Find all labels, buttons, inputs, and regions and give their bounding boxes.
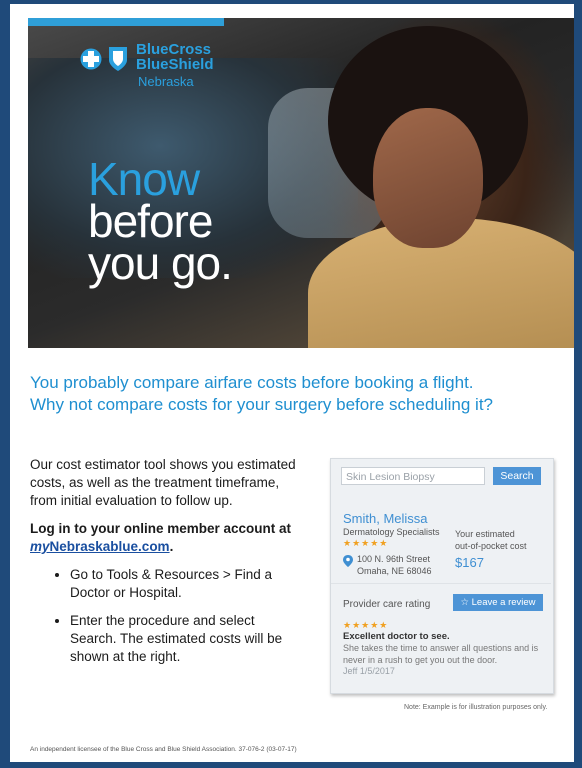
woman-face <box>373 108 483 248</box>
hero-image: BlueCross BlueShield Nebraska Know befor… <box>28 18 574 348</box>
headline-line-2: before <box>88 195 213 247</box>
hero-headline: Know before you go. <box>88 153 233 289</box>
intro-text: You probably compare airfare costs befor… <box>30 373 493 414</box>
member-site-link[interactable]: myNebraskablue.com <box>30 539 170 554</box>
list-item: Enter the procedure and select Search. T… <box>70 612 302 666</box>
steps-list: Go to Tools & Resources > Find a Doctor … <box>30 566 302 666</box>
flyer-page: BlueCross BlueShield Nebraska Know befor… <box>10 4 574 762</box>
leave-review-button[interactable]: ☆ Leave a review <box>453 594 543 611</box>
footer-disclaimer: An independent licensee of the Blue Cros… <box>30 746 297 753</box>
list-item: Go to Tools & Resources > Find a Doctor … <box>70 566 302 602</box>
cross-icon <box>80 48 102 70</box>
body-column: Our cost estimator tool shows you estima… <box>30 456 302 676</box>
doctor-address: 100 N. 96th Street Omaha, NE 68046 <box>357 554 432 576</box>
doctor-specialty: Dermatology Specialists <box>343 527 440 537</box>
search-button[interactable]: Search <box>493 467 541 485</box>
search-input[interactable]: Skin Lesion Biopsy <box>341 467 485 485</box>
review-body: She takes the time to answer all questio… <box>343 643 543 678</box>
brand-name: BlueCross BlueShield <box>136 41 214 73</box>
brand-region: Nebraska <box>138 74 194 89</box>
headline-line-3: you go. <box>88 237 233 289</box>
doctor-stars: ★★★★★ <box>343 538 389 548</box>
estimate-label: Your estimated out-of-pocket cost <box>455 529 527 551</box>
cost-estimator-example-card: Skin Lesion Biopsy Search Smith, Melissa… <box>330 458 554 694</box>
doctor-name[interactable]: Smith, Melissa <box>343 511 428 526</box>
review-date: Jeff 1/5/2017 <box>343 666 395 676</box>
divider <box>331 583 551 584</box>
shield-icon <box>109 47 127 71</box>
estimated-cost: $167 <box>455 555 484 570</box>
rating-label: Provider care rating <box>343 599 431 610</box>
review-title: Excellent doctor to see. <box>343 631 450 642</box>
login-instruction: Log in to your online member account at … <box>30 521 292 554</box>
review-stars: ★★★★★ <box>343 620 389 630</box>
headline-line-1: Know <box>88 153 200 205</box>
illustration-note: Note: Example is for illustration purpos… <box>404 704 548 711</box>
star-icon: ☆ <box>460 597 469 608</box>
location-pin-icon <box>343 555 353 567</box>
accent-bar <box>28 18 224 26</box>
description-paragraph: Our cost estimator tool shows you estima… <box>30 457 296 508</box>
